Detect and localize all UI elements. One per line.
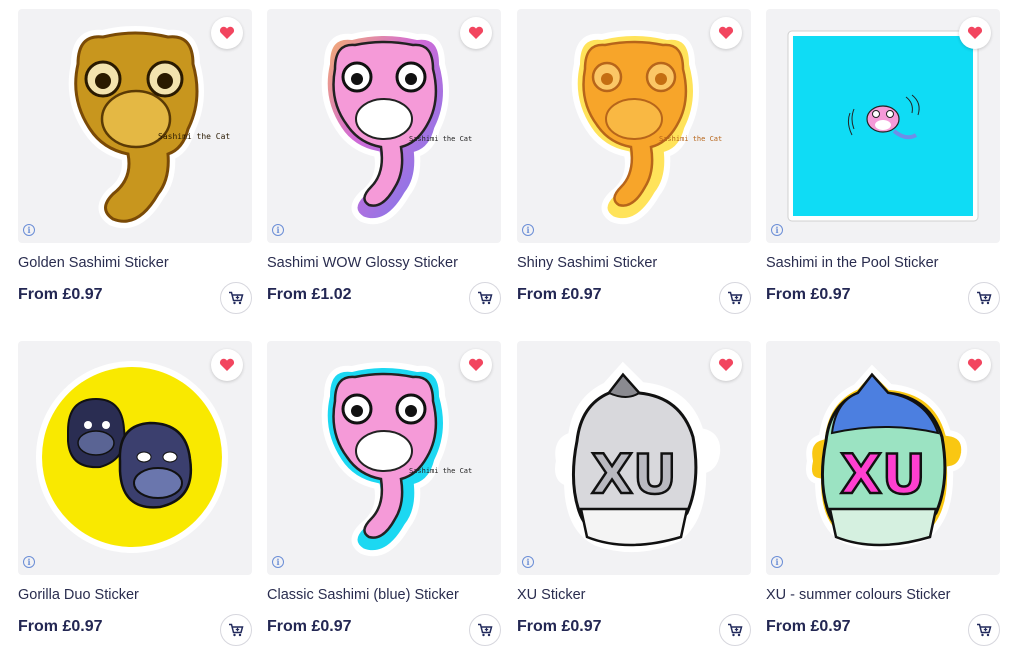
info-icon[interactable]: i bbox=[771, 556, 783, 568]
product-title[interactable]: Shiny Sashimi Sticker bbox=[517, 255, 717, 271]
info-icon[interactable]: i bbox=[272, 224, 284, 236]
product-card[interactable]: Sashimi the Cat i Classic Sashimi (blue)… bbox=[267, 341, 501, 659]
cart-icon bbox=[478, 623, 493, 637]
heart-icon bbox=[967, 26, 983, 39]
add-to-cart-button[interactable] bbox=[220, 282, 252, 314]
product-title[interactable]: Golden Sashimi Sticker bbox=[18, 255, 218, 271]
favorite-button[interactable] bbox=[211, 349, 243, 381]
sticker-caption: Sashimi the Cat bbox=[409, 467, 472, 475]
info-icon[interactable]: i bbox=[522, 224, 534, 236]
heart-icon bbox=[967, 358, 983, 371]
sticker-caption: Sashimi the Cat bbox=[158, 132, 230, 141]
info-icon[interactable]: i bbox=[522, 556, 534, 568]
info-icon[interactable]: i bbox=[23, 224, 35, 236]
product-card[interactable]: XU i XU Sticker From £0.97 bbox=[517, 341, 751, 659]
heart-icon bbox=[718, 358, 734, 371]
product-image[interactable]: Sashimi the Cat i bbox=[517, 9, 751, 243]
product-price: From £0.97 bbox=[517, 286, 602, 303]
sticker-caption: Sashimi the Cat bbox=[659, 135, 722, 143]
favorite-button[interactable] bbox=[959, 17, 991, 49]
product-title[interactable]: XU Sticker bbox=[517, 587, 717, 603]
add-to-cart-button[interactable] bbox=[220, 614, 252, 646]
product-card[interactable]: i Sashimi in the Pool Sticker From £0.97 bbox=[766, 9, 1000, 327]
cart-icon bbox=[728, 623, 743, 637]
product-image[interactable]: Sashimi the Cat i bbox=[267, 9, 501, 243]
product-title[interactable]: XU - summer colours Sticker bbox=[766, 587, 966, 603]
heart-icon bbox=[468, 358, 484, 371]
product-price: From £0.97 bbox=[517, 618, 602, 635]
product-image[interactable]: XU i bbox=[766, 341, 1000, 575]
cart-icon bbox=[977, 623, 992, 637]
add-to-cart-button[interactable] bbox=[469, 614, 501, 646]
favorite-button[interactable] bbox=[211, 17, 243, 49]
product-price: From £0.97 bbox=[18, 286, 103, 303]
add-to-cart-button[interactable] bbox=[469, 282, 501, 314]
product-image[interactable]: i bbox=[766, 9, 1000, 243]
favorite-button[interactable] bbox=[959, 349, 991, 381]
favorite-button[interactable] bbox=[710, 17, 742, 49]
product-card[interactable]: Sashimi the Cat i Sashimi WOW Glossy Sti… bbox=[267, 9, 501, 327]
product-image[interactable]: Sashimi the Cat i bbox=[267, 341, 501, 575]
product-card[interactable]: i Gorilla Duo Sticker From £0.97 bbox=[18, 341, 252, 659]
sticker-caption: Sashimi the Cat bbox=[409, 135, 472, 143]
product-card[interactable]: Sashimi the Cat i Golden Sashimi Sticker… bbox=[18, 9, 252, 327]
xu-text: XU bbox=[591, 443, 676, 506]
info-icon[interactable]: i bbox=[771, 224, 783, 236]
product-price: From £0.97 bbox=[766, 618, 851, 635]
favorite-button[interactable] bbox=[710, 349, 742, 381]
product-image[interactable]: Sashimi the Cat i bbox=[18, 9, 252, 243]
product-card[interactable]: Sashimi the Cat i Shiny Sashimi Sticker … bbox=[517, 9, 751, 327]
cart-icon bbox=[229, 623, 244, 637]
product-grid: Sashimi the Cat i Golden Sashimi Sticker… bbox=[18, 9, 1000, 659]
product-image[interactable]: XU i bbox=[517, 341, 751, 575]
product-price: From £1.02 bbox=[267, 286, 352, 303]
heart-icon bbox=[468, 26, 484, 39]
info-icon[interactable]: i bbox=[23, 556, 35, 568]
cart-icon bbox=[229, 291, 244, 305]
cart-icon bbox=[977, 291, 992, 305]
product-title[interactable]: Sashimi WOW Glossy Sticker bbox=[267, 255, 467, 271]
favorite-button[interactable] bbox=[460, 349, 492, 381]
product-title[interactable]: Classic Sashimi (blue) Sticker bbox=[267, 587, 467, 603]
heart-icon bbox=[219, 26, 235, 39]
xu-text: XU bbox=[840, 443, 925, 506]
product-price: From £0.97 bbox=[766, 286, 851, 303]
product-price: From £0.97 bbox=[267, 618, 352, 635]
product-price: From £0.97 bbox=[18, 618, 103, 635]
heart-icon bbox=[219, 358, 235, 371]
add-to-cart-button[interactable] bbox=[719, 282, 751, 314]
add-to-cart-button[interactable] bbox=[968, 614, 1000, 646]
favorite-button[interactable] bbox=[460, 17, 492, 49]
cart-icon bbox=[728, 291, 743, 305]
product-image[interactable]: i bbox=[18, 341, 252, 575]
product-title[interactable]: Sashimi in the Pool Sticker bbox=[766, 255, 966, 271]
info-icon[interactable]: i bbox=[272, 556, 284, 568]
product-title[interactable]: Gorilla Duo Sticker bbox=[18, 587, 218, 603]
cart-icon bbox=[478, 291, 493, 305]
heart-icon bbox=[718, 26, 734, 39]
add-to-cart-button[interactable] bbox=[719, 614, 751, 646]
product-card[interactable]: XU i XU - summer colours Sticker From £0… bbox=[766, 341, 1000, 659]
add-to-cart-button[interactable] bbox=[968, 282, 1000, 314]
